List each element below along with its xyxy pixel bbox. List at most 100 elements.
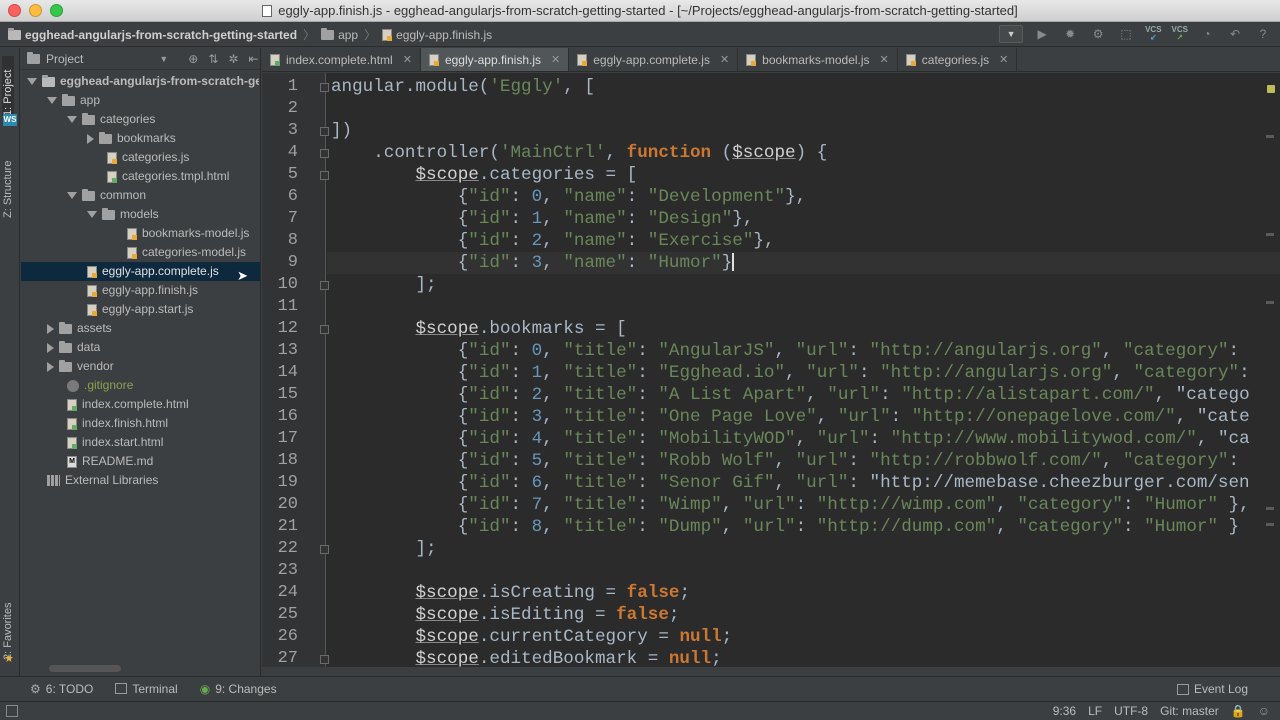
tree-item-file[interactable]: categories.js <box>107 148 189 167</box>
code-line[interactable]: {"id": 8, "title": "Dump", "url": "http:… <box>331 516 1239 538</box>
todo-tool-button[interactable]: ⚙ 6: TODO <box>30 682 93 696</box>
chevron-down-icon[interactable]: ▼ <box>159 54 168 64</box>
fold-marker-icon[interactable] <box>320 545 329 554</box>
vcs-branch[interactable]: Git: master <box>1160 704 1219 718</box>
project-tool-tab[interactable]: 1: Project <box>2 56 14 116</box>
tree-item-folder[interactable]: data <box>47 338 100 357</box>
debug-icon[interactable]: ✹ <box>1061 25 1079 43</box>
code-line[interactable]: {"id": 7, "title": "Wimp", "url": "http:… <box>331 494 1250 516</box>
chevron-down-icon[interactable] <box>27 78 37 85</box>
tab-eggly-app-complete-js[interactable]: eggly-app.complete.js ✕ <box>569 48 739 71</box>
code-line[interactable]: $scope.editedBookmark = null; <box>331 648 721 667</box>
code-line[interactable]: $scope.bookmarks = [ <box>331 318 626 340</box>
tree-item-file[interactable]: index.start.html <box>67 433 163 452</box>
fold-marker-icon[interactable] <box>320 655 329 664</box>
changes-tool-button[interactable]: ◉ 9: Changes <box>200 682 277 696</box>
chevron-right-icon[interactable] <box>47 361 54 372</box>
inspector-icon[interactable]: ☺ <box>1258 704 1270 718</box>
fold-marker-icon[interactable] <box>320 281 329 290</box>
tree-item-file[interactable]: eggly-app.start.js <box>87 300 193 319</box>
fold-marker-icon[interactable] <box>320 171 329 180</box>
code-line[interactable]: {"id": 6, "title": "Senor Gif", "url": "… <box>331 472 1250 494</box>
fold-marker-icon[interactable] <box>320 149 329 158</box>
tree-item-file[interactable]: M README.md <box>67 452 153 471</box>
inspection-status-icon[interactable] <box>1267 85 1275 93</box>
revert-icon[interactable]: ↶ <box>1226 25 1244 43</box>
stop-icon[interactable]: ⬚ <box>1117 25 1135 43</box>
close-icon[interactable]: ✕ <box>403 53 412 66</box>
run-icon[interactable]: ▶ <box>1033 25 1051 43</box>
code-line[interactable]: $scope.isCreating = false; <box>331 582 690 604</box>
code-line[interactable]: ]; <box>331 274 436 296</box>
code-line[interactable]: {"id": 0, "name": "Development"}, <box>331 186 807 208</box>
lock-icon[interactable]: 🔒 <box>1231 704 1246 718</box>
code-line[interactable]: {"id": 1, "title": "Egghead.io", "url": … <box>331 362 1250 384</box>
file-encoding[interactable]: UTF-8 <box>1114 704 1148 718</box>
breadcrumb-item-file[interactable]: eggly-app.finish.js <box>382 28 492 42</box>
close-window-button[interactable] <box>8 4 21 17</box>
code-line[interactable]: angular.module('Eggly', [ <box>331 76 595 98</box>
project-horizontal-scrollbar[interactable] <box>49 665 121 672</box>
code-line[interactable]: $scope.categories = [ <box>331 164 637 186</box>
code-line[interactable]: {"id": 2, "title": "A List Apart", "url"… <box>331 384 1250 406</box>
close-icon[interactable]: ✕ <box>720 53 729 66</box>
chevron-down-icon[interactable] <box>47 97 57 104</box>
code-line[interactable]: {"id": 5, "title": "Robb Wolf", "url": "… <box>331 450 1250 472</box>
tab-index-complete-html[interactable]: index.complete.html ✕ <box>262 48 421 71</box>
run-config-dropdown[interactable]: ▼ <box>999 25 1024 43</box>
tree-item-file[interactable]: eggly-app.finish.js <box>87 281 198 300</box>
tree-item-folder[interactable]: app <box>47 91 100 110</box>
close-icon[interactable]: ✕ <box>999 53 1008 66</box>
help-icon[interactable]: ? <box>1254 25 1272 43</box>
breadcrumb-item-project[interactable]: egghead-angularjs-from-scratch-getting-s… <box>8 27 297 42</box>
zoom-window-button[interactable] <box>50 4 63 17</box>
tab-categories-js[interactable]: categories.js ✕ <box>898 48 1018 71</box>
caret-position[interactable]: 9:36 <box>1053 704 1076 718</box>
code-line[interactable]: {"id": 3, "title": "One Page Love", "url… <box>331 406 1250 428</box>
minimize-window-button[interactable] <box>29 4 42 17</box>
structure-tool-tab[interactable]: Z: Structure <box>2 146 14 218</box>
fold-marker-icon[interactable] <box>320 83 329 92</box>
tree-item-file[interactable]: categories-model.js <box>127 243 261 262</box>
tree-item-file[interactable]: categories.tmpl.html <box>107 167 229 186</box>
code-line[interactable]: $scope.currentCategory = null; <box>331 626 732 648</box>
terminal-tool-button[interactable]: Terminal <box>115 682 178 696</box>
chevron-right-icon[interactable] <box>47 323 54 334</box>
breadcrumb-item-app[interactable]: app <box>321 27 358 42</box>
tree-item-project-root[interactable]: egghead-angularjs-from-scratch-getting-s… <box>27 72 259 91</box>
chevron-right-icon[interactable] <box>47 342 54 353</box>
tab-eggly-app-finish-js[interactable]: eggly-app.finish.js ✕ <box>420 48 570 71</box>
chevron-right-icon[interactable] <box>87 133 94 144</box>
tree-item-file-selected[interactable]: eggly-app.complete.js ➤ <box>21 262 260 283</box>
close-icon[interactable]: ✕ <box>880 53 889 66</box>
tree-item-file[interactable]: bookmarks-model.js <box>127 224 261 243</box>
tree-item-external-libraries[interactable]: External Libraries <box>47 471 158 490</box>
code-line[interactable]: .controller('MainCtrl', function ($scope… <box>331 142 827 164</box>
tree-item-folder[interactable]: bookmarks <box>87 129 176 148</box>
code-line[interactable]: {"id": 0, "title": "AngularJS", "url": "… <box>331 340 1250 362</box>
tree-item-file[interactable]: index.complete.html <box>67 395 189 414</box>
project-view-selector[interactable]: Project <box>46 52 83 66</box>
toggle-tool-windows-icon[interactable] <box>6 705 18 717</box>
hide-panel-icon[interactable]: ⇤ <box>248 52 258 66</box>
tree-item-file[interactable]: index.finish.html <box>67 414 168 433</box>
fold-marker-icon[interactable] <box>320 127 329 136</box>
collapse-all-icon[interactable]: ⇅ <box>208 52 218 66</box>
code-line[interactable]: {"id": 2, "name": "Exercise"}, <box>331 230 775 252</box>
fold-marker-icon[interactable] <box>320 325 329 334</box>
gear-icon[interactable]: ✲ <box>228 52 238 66</box>
chevron-down-icon[interactable] <box>87 211 97 218</box>
history-icon[interactable]: ◔ <box>1198 25 1216 43</box>
scroll-from-source-icon[interactable]: ⊕ <box>188 52 198 66</box>
favorites-tool-tab[interactable]: 2: Favorites <box>2 586 14 660</box>
coverage-icon[interactable]: ⚙ <box>1089 25 1107 43</box>
tree-item-file[interactable]: .gitignore <box>67 376 133 395</box>
tree-item-folder[interactable]: vendor <box>47 357 114 376</box>
vcs-commit-button[interactable]: VCS ↗ <box>1172 26 1188 42</box>
code-line[interactable]: {"id": 4, "title": "MobilityWOD", "url":… <box>331 428 1250 450</box>
code-line[interactable]: ]) <box>331 120 352 142</box>
tree-item-folder[interactable]: common <box>67 186 146 205</box>
code-line[interactable]: $scope.isEditing = false; <box>331 604 679 626</box>
vcs-update-button[interactable]: VCS ↙ <box>1145 26 1161 42</box>
code-editor[interactable]: 1 angular.module('Eggly', [2 3]) 4 .control… <box>262 73 1280 667</box>
